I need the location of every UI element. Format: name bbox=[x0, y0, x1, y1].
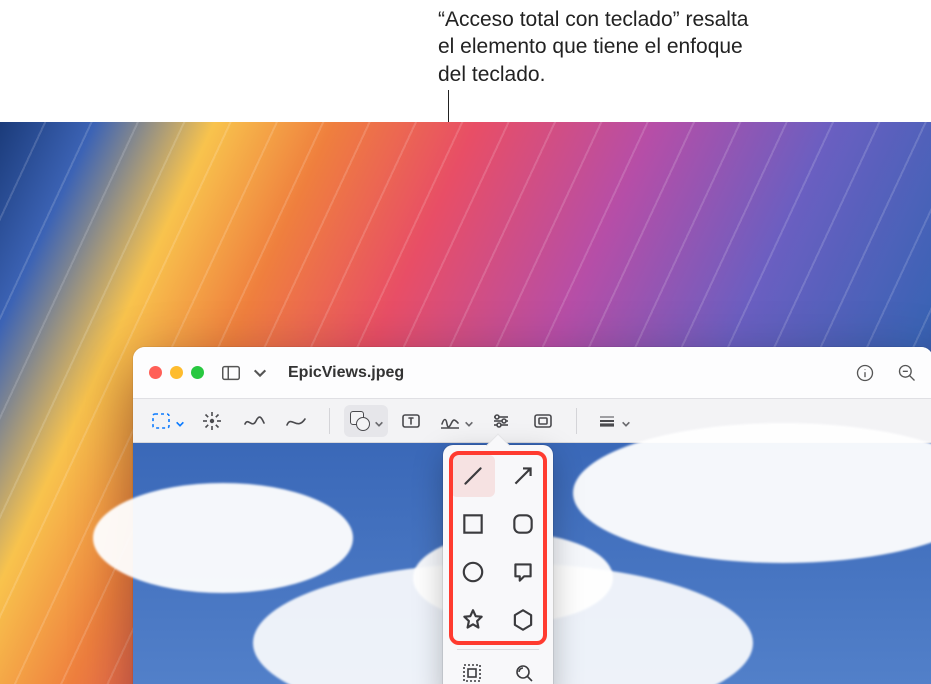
shape-hexagon[interactable] bbox=[501, 599, 545, 641]
tool-sketch[interactable] bbox=[235, 405, 273, 437]
shapes-popover bbox=[443, 445, 553, 684]
popover-divider bbox=[457, 649, 540, 650]
tool-draw[interactable] bbox=[277, 405, 315, 437]
preview-window: EpicViews.jpeg bbox=[133, 347, 931, 684]
window-traffic-lights bbox=[149, 366, 204, 379]
tool-instant-alpha[interactable] bbox=[193, 405, 231, 437]
tool-stroke-style[interactable] bbox=[591, 405, 635, 437]
toolbar-separator bbox=[329, 408, 330, 434]
desktop-wallpaper: EpicViews.jpeg bbox=[0, 122, 931, 684]
image-canvas[interactable] bbox=[133, 443, 931, 684]
tool-adjust-size[interactable] bbox=[524, 405, 562, 437]
shape-line[interactable] bbox=[451, 455, 495, 497]
chevron-down-icon bbox=[621, 416, 631, 426]
shapes-icon bbox=[348, 409, 372, 433]
shape-loupe[interactable] bbox=[505, 656, 543, 684]
chevron-down-icon bbox=[175, 416, 185, 426]
tool-sign[interactable] bbox=[434, 405, 478, 437]
tool-shapes[interactable] bbox=[344, 405, 388, 437]
shape-arrow[interactable] bbox=[501, 455, 545, 497]
sidebar-toggle-chevron[interactable] bbox=[252, 358, 268, 388]
window-titlebar: EpicViews.jpeg bbox=[133, 347, 931, 399]
tool-text[interactable] bbox=[392, 405, 430, 437]
shapes-grid bbox=[451, 455, 545, 641]
annotation-text: “Acceso total con teclado” resalta el el… bbox=[438, 6, 768, 88]
tool-rect-select[interactable] bbox=[145, 405, 189, 437]
shape-star[interactable] bbox=[451, 599, 495, 641]
cloud-graphic bbox=[573, 423, 931, 563]
shape-mask[interactable] bbox=[453, 656, 491, 684]
toolbar-separator bbox=[576, 408, 577, 434]
tool-adjust-color[interactable] bbox=[482, 405, 520, 437]
shape-speech-bubble[interactable] bbox=[501, 551, 545, 593]
chevron-down-icon bbox=[464, 416, 474, 426]
shape-circle[interactable] bbox=[451, 551, 495, 593]
popover-extra-row bbox=[453, 656, 543, 684]
close-button[interactable] bbox=[149, 366, 162, 379]
zoom-out-button[interactable] bbox=[897, 358, 917, 388]
info-button[interactable] bbox=[855, 358, 875, 388]
shape-square[interactable] bbox=[451, 503, 495, 545]
cloud-graphic bbox=[93, 483, 353, 593]
chevron-down-icon bbox=[374, 416, 384, 426]
zoom-button[interactable] bbox=[191, 366, 204, 379]
window-title: EpicViews.jpeg bbox=[288, 364, 845, 382]
minimize-button[interactable] bbox=[170, 366, 183, 379]
shape-rounded-square[interactable] bbox=[501, 503, 545, 545]
sidebar-toggle-button[interactable] bbox=[220, 358, 242, 388]
